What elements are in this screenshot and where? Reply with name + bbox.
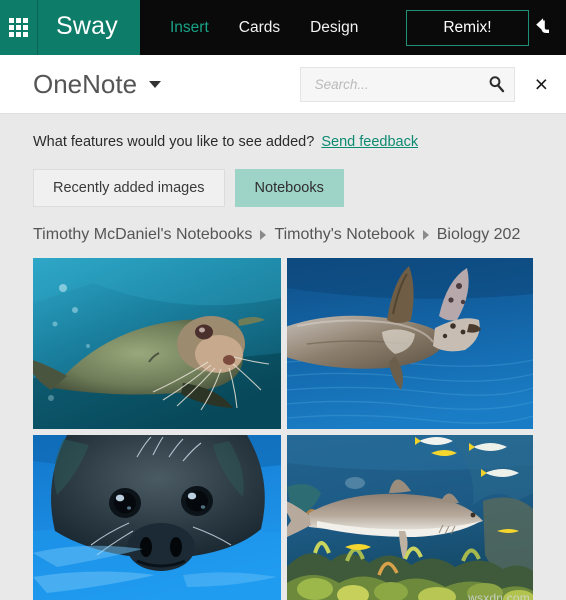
source-title[interactable]: OneNote <box>33 69 137 100</box>
breadcrumb-item-root[interactable]: Timothy McDaniel's Notebooks <box>33 226 252 244</box>
content-area: What features would you like to see adde… <box>0 114 566 600</box>
feedback-row: What features would you like to see adde… <box>0 114 566 150</box>
triangle-right-icon <box>422 230 429 240</box>
app-launcher-waffle-icon <box>8 18 28 37</box>
tab-recently-added-images[interactable]: Recently added images <box>33 169 225 207</box>
main-nav: Insert Cards Design Remix! <box>140 0 529 55</box>
search-box[interactable] <box>299 66 515 102</box>
nav-tab-design[interactable]: Design <box>308 15 360 41</box>
search-input[interactable] <box>300 67 514 101</box>
source-header: OneNote × <box>0 55 566 114</box>
nav-tab-insert[interactable]: Insert <box>168 15 211 41</box>
breadcrumb: Timothy McDaniel's Notebooks Timothy's N… <box>0 207 566 244</box>
undo-button[interactable] <box>529 0 566 55</box>
image-thumb-reef-shark[interactable]: wsxdn.com <box>287 435 533 600</box>
tab-notebooks[interactable]: Notebooks <box>234 169 344 207</box>
nav-tab-cards[interactable]: Cards <box>237 15 282 41</box>
triangle-right-icon <box>260 230 267 240</box>
undo-arrow-icon <box>534 16 560 40</box>
breadcrumb-item-notebook[interactable]: Timothy's Notebook <box>274 226 414 244</box>
source-tabs: Recently added images Notebooks <box>0 150 566 207</box>
remix-button[interactable]: Remix! <box>406 9 529 46</box>
image-thumb-sea-turtle[interactable] <box>287 258 533 429</box>
close-panel-button[interactable]: × <box>535 72 548 96</box>
feedback-prompt: What features would you like to see adde… <box>33 134 315 150</box>
search-magnifier-icon[interactable] <box>488 76 505 93</box>
watermark-text: wsxdn.com <box>468 591 530 600</box>
image-thumb-sea-lion[interactable] <box>33 258 281 429</box>
app-bar: Sway Insert Cards Design Remix! <box>0 0 566 55</box>
app-launcher-button[interactable] <box>0 0 37 55</box>
image-grid: wsxdn.com <box>33 258 533 600</box>
breadcrumb-item-section[interactable]: Biology 202 <box>437 226 521 244</box>
brand-home-button[interactable]: Sway <box>38 0 140 55</box>
chevron-down-icon[interactable] <box>149 80 162 88</box>
send-feedback-link[interactable]: Send feedback <box>321 134 418 150</box>
image-thumb-seal-face[interactable] <box>33 435 281 600</box>
brand-label: Sway <box>56 11 118 40</box>
